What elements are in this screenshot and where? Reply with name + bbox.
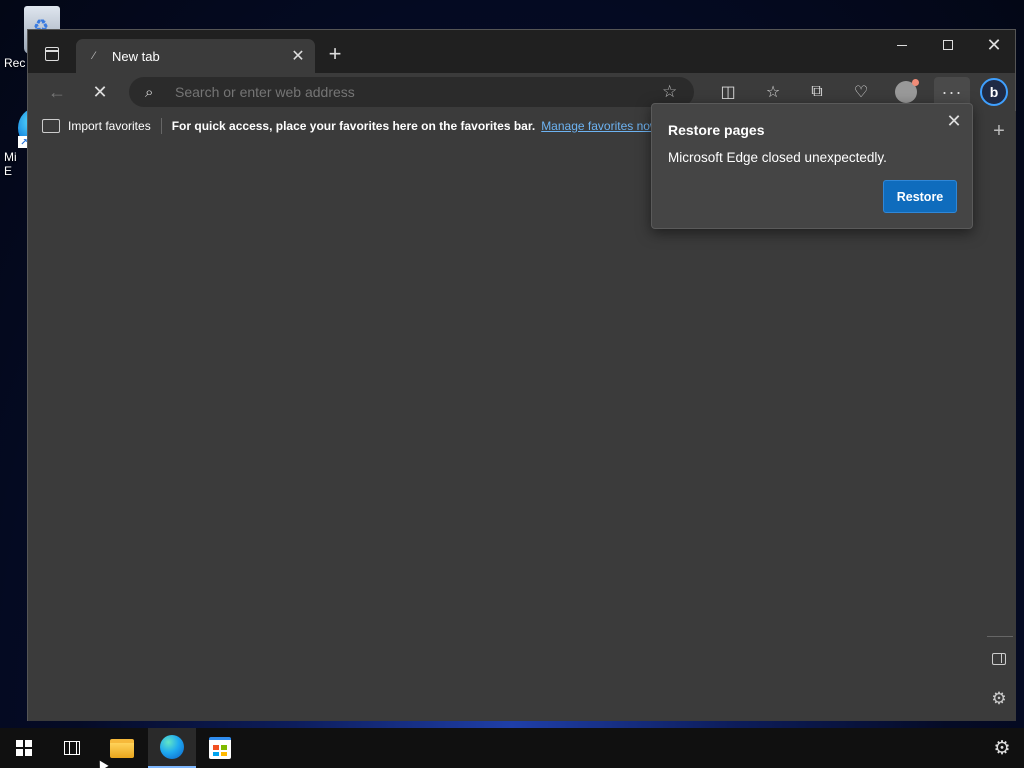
address-bar[interactable]: ⌕ ☆ <box>129 77 694 107</box>
store-icon <box>209 737 231 759</box>
manage-favorites-link[interactable]: Manage favorites now <box>541 119 658 133</box>
close-tab-icon[interactable]: ✕ <box>287 45 309 67</box>
maximize-button[interactable] <box>925 30 971 60</box>
dialog-message: Microsoft Edge closed unexpectedly. <box>668 150 887 165</box>
tab-actions-icon <box>45 47 59 61</box>
favorites-bar-hint: For quick access, place your favorites h… <box>171 119 536 133</box>
edge-icon <box>160 735 184 759</box>
windows-logo-icon <box>16 740 32 756</box>
import-icon <box>42 119 60 133</box>
import-favorites-button[interactable]: Import favorites <box>42 119 151 133</box>
stop-loading-button[interactable]: ✕ <box>84 77 116 107</box>
back-button[interactable]: ← <box>41 77 73 107</box>
taskbar: ⚙ <box>0 728 1024 768</box>
folder-icon <box>110 738 134 758</box>
copilot-button[interactable]: b <box>978 77 1010 107</box>
close-dialog-button[interactable]: ✕ <box>942 109 966 133</box>
favorite-star-icon[interactable]: ☆ <box>662 82 686 102</box>
avatar <box>895 79 919 103</box>
sidebar-settings-button[interactable]: ⚙ <box>987 687 1011 711</box>
divider <box>987 636 1013 637</box>
restore-pages-dialog: Restore pages Microsoft Edge closed unex… <box>651 103 973 229</box>
task-view-icon <box>64 740 80 755</box>
copilot-icon: b <box>980 78 1008 106</box>
microsoft-store-button[interactable] <box>196 728 244 768</box>
tab-title: New tab <box>112 48 160 64</box>
search-icon: ⌕ <box>145 83 154 101</box>
tab-new-tab[interactable]: ⁄ New tab ✕ <box>76 39 315 73</box>
task-view-button[interactable] <box>48 728 96 768</box>
hide-sidebar-button[interactable] <box>987 647 1011 671</box>
settings-tray-icon[interactable]: ⚙ <box>978 728 1024 768</box>
maximize-icon <box>943 40 953 50</box>
spinner-icon: ⁄ <box>93 50 95 62</box>
divider <box>160 118 162 134</box>
sidebar-panel-icon <box>992 653 1006 665</box>
edge-taskbar-button[interactable] <box>148 728 196 768</box>
minimize-button[interactable] <box>879 30 925 60</box>
edge-sidebar: + ⚙ <box>983 111 1016 721</box>
import-favorites-label: Import favorites <box>68 119 151 133</box>
tab-actions-button[interactable] <box>38 40 66 68</box>
start-button[interactable] <box>0 728 48 768</box>
add-sidebar-app-button[interactable]: + <box>987 119 1011 143</box>
minimize-icon <box>897 44 907 46</box>
restore-button[interactable]: Restore <box>883 180 957 213</box>
address-input[interactable] <box>175 84 662 100</box>
title-bar: ⁄ New tab ✕ + ✕ <box>28 30 1015 73</box>
new-tab-button[interactable]: + <box>321 40 349 68</box>
dialog-title: Restore pages <box>668 122 765 138</box>
close-window-button[interactable]: ✕ <box>971 30 1017 60</box>
